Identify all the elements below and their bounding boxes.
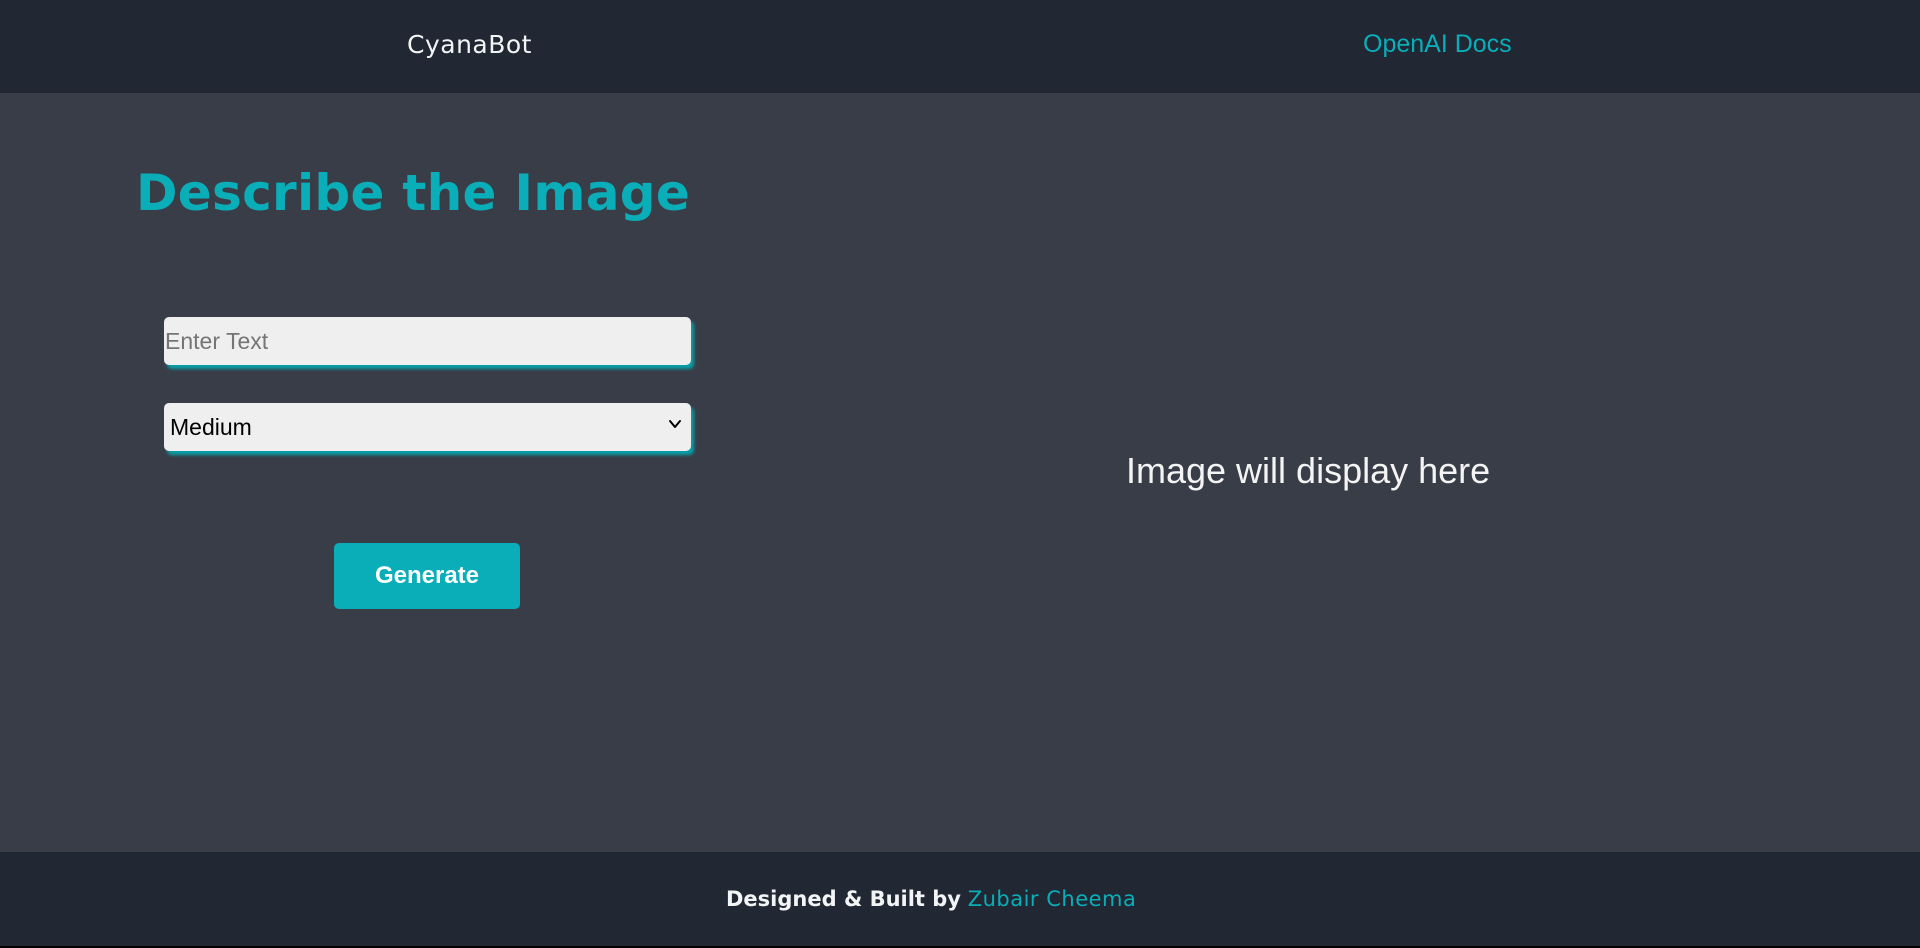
footer: Designed & Built by Zubair Cheema: [0, 852, 1920, 946]
footer-credit: Designed & Built by Zubair Cheema: [726, 887, 1136, 911]
page-title: Describe the Image: [136, 164, 691, 222]
top-navbar: CyanaBot OpenAI Docs: [0, 0, 1920, 93]
page: CyanaBot OpenAI Docs Describe the Image …: [0, 0, 1920, 946]
image-display-placeholder: Image will display here: [1126, 450, 1491, 491]
footer-credit-prefix: Designed & Built by: [726, 887, 961, 911]
prompt-text-input[interactable]: [164, 317, 691, 365]
openai-docs-link[interactable]: OpenAI Docs: [1363, 30, 1512, 59]
image-size-select-value: Medium: [170, 414, 252, 440]
image-size-select[interactable]: Medium: [164, 403, 691, 451]
generate-button[interactable]: Generate: [334, 543, 520, 609]
chevron-down-icon: [669, 420, 681, 428]
brand-logo[interactable]: CyanaBot: [407, 30, 532, 59]
author-link[interactable]: Zubair Cheema: [968, 887, 1137, 911]
